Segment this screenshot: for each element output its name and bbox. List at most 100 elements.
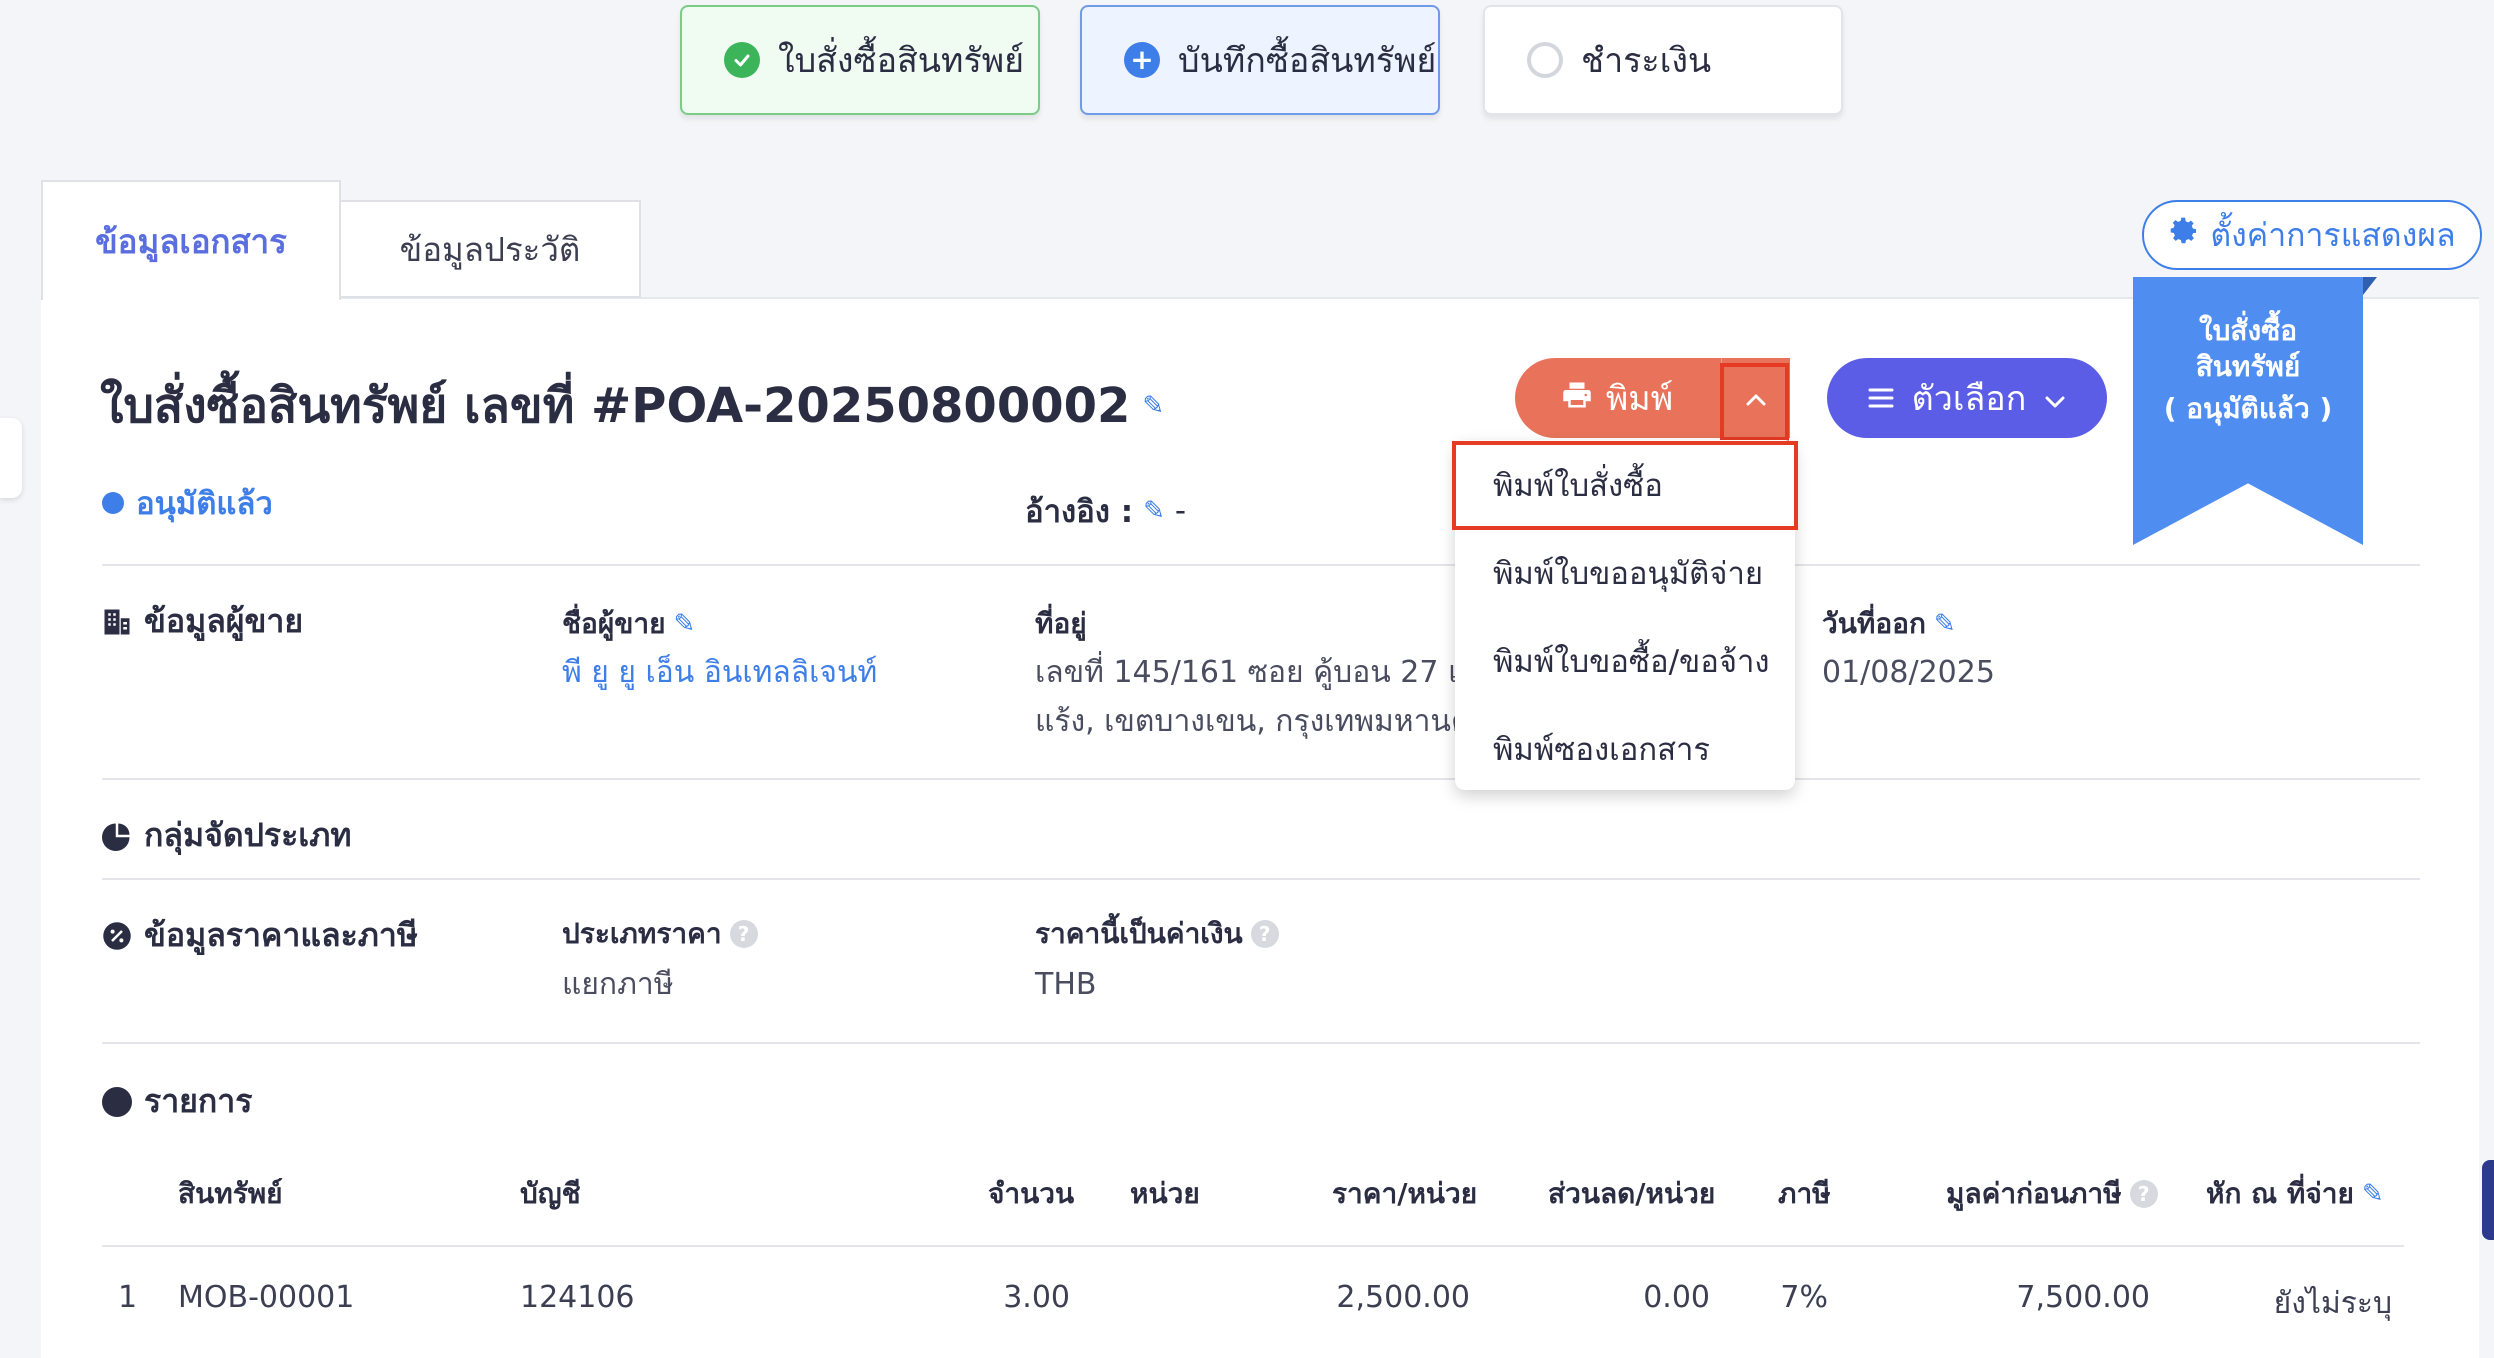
row-number: 1 bbox=[118, 1280, 138, 1315]
address-line: แร้ง, เขตบางเขน, กรุงเทพมหานคร bbox=[1035, 704, 1488, 739]
price-value: 2,500.00 bbox=[1336, 1280, 1470, 1315]
header-text: มูลค่าก่อนภาษี bbox=[1946, 1177, 2122, 1210]
pencil-icon[interactable]: ✎ bbox=[1934, 609, 1956, 639]
reference-field: อ้างอิง : ✎ - bbox=[1025, 486, 1186, 536]
qty-value: 3.00 bbox=[1003, 1280, 1070, 1315]
column-header-asset: สินทรัพย์ bbox=[178, 1177, 283, 1210]
options-label: ตัวเลือก bbox=[1911, 379, 2027, 419]
section-title: กลุ่มจัดประเภท bbox=[144, 816, 352, 854]
divider bbox=[102, 1245, 2404, 1247]
section-pricing: ข้อมูลราคาและภาษี bbox=[102, 910, 418, 961]
column-header-price: ราคา/หน่วย bbox=[1332, 1177, 1478, 1210]
currency-value: THB bbox=[1035, 967, 1097, 1002]
tax-value: 7% bbox=[1780, 1280, 1828, 1315]
menu-item-print-po[interactable]: พิมพ์ใบสั่งซื้อ bbox=[1493, 460, 1663, 510]
reference-value: - bbox=[1174, 493, 1187, 529]
percent-badge-icon bbox=[102, 921, 132, 951]
step-label: บันทึกซื้อสินทรัพย์ bbox=[1178, 41, 1437, 81]
account-value: 124106 bbox=[520, 1280, 635, 1315]
pencil-icon[interactable]: ✎ bbox=[2362, 1179, 2384, 1209]
section-title: ข้อมูลราคาและภาษี bbox=[144, 916, 418, 954]
issue-date-label: วันที่ออก ✎ bbox=[1822, 602, 1956, 646]
display-settings-button[interactable]: ตั้งค่าการแสดงผล bbox=[2142, 200, 2482, 270]
help-icon[interactable]: ? bbox=[1250, 920, 1279, 948]
tab-history-info[interactable]: ข้อมูลประวัติ bbox=[341, 200, 641, 298]
step-payment[interactable]: ชำระเงิน bbox=[1483, 5, 1843, 115]
menu-item-print-envelope[interactable]: พิมพ์ซองเอกสาร bbox=[1493, 724, 1710, 774]
ribbon-line: ( อนุมัติแล้ว ) bbox=[2163, 392, 2333, 425]
column-header-wht: หัก ณ ที่จ่าย ✎ bbox=[2206, 1172, 2384, 1216]
column-header-discount: ส่วนลด/หน่วย bbox=[1548, 1177, 1716, 1210]
empty-circle-icon bbox=[1527, 42, 1563, 78]
status-text: อนุมัติแล้ว bbox=[136, 486, 273, 522]
display-settings-label: ตั้งค่าการแสดงผล bbox=[2210, 215, 2456, 254]
plus-circle-icon: + bbox=[1124, 42, 1160, 78]
print-label: พิมพ์ bbox=[1605, 379, 1674, 419]
wht-value: ยังไม่ระบุ bbox=[2273, 1286, 2392, 1321]
side-handle[interactable] bbox=[0, 418, 22, 498]
print-menu: พิมพ์ใบสั่งซื้อ พิมพ์ใบขออนุมัติจ่าย พิม… bbox=[1455, 440, 1795, 790]
ribbon-line: ใบสั่งซื้อ bbox=[2198, 314, 2298, 347]
menu-item-print-payment-approval[interactable]: พิมพ์ใบขออนุมัติจ่าย bbox=[1493, 548, 1763, 598]
status-dot-icon bbox=[102, 492, 124, 514]
pretax-value: 7,500.00 bbox=[2016, 1280, 2150, 1315]
menu-item-print-purchase-request[interactable]: พิมพ์ใบขอซื้อ/ขอจ้าง bbox=[1493, 636, 1770, 686]
vendor-name-link[interactable]: พี ยู ยู เอ็น อินเทลลิเจนท์ bbox=[562, 648, 877, 698]
circle-icon bbox=[102, 1086, 132, 1117]
document-title-text: ใบสั่งซื้อสินทรัพย์ เลขที่ #POA-20250800… bbox=[100, 378, 1131, 434]
asset-code-link[interactable]: MOB-00001 bbox=[178, 1280, 354, 1315]
gear-icon bbox=[2168, 215, 2200, 255]
label-text: ราคานี้เป็นค่าเงิน bbox=[1035, 917, 1243, 950]
printer-icon bbox=[1562, 378, 1592, 418]
help-icon[interactable]: ? bbox=[2129, 1180, 2158, 1208]
chevron-down-icon bbox=[2044, 378, 2066, 418]
building-icon bbox=[102, 607, 132, 637]
divider bbox=[102, 564, 2420, 566]
reference-label: อ้างอิง : bbox=[1025, 494, 1134, 530]
pencil-icon[interactable]: ✎ bbox=[674, 609, 696, 639]
price-type-value: แยกภาษี bbox=[562, 967, 674, 1002]
divider bbox=[102, 878, 2420, 880]
page-title: ใบสั่งซื้อสินทรัพย์ เลขที่ #POA-20250800… bbox=[100, 368, 1164, 444]
column-header-qty: จำนวน bbox=[988, 1177, 1075, 1210]
step-label: ใบสั่งซื้อสินทรัพย์ bbox=[778, 41, 1025, 81]
menu-icon bbox=[1868, 378, 1894, 418]
section-category: กลุ่มจัดประเภท bbox=[102, 810, 351, 861]
discount-value: 0.00 bbox=[1643, 1280, 1710, 1315]
step-purchase-order[interactable]: ใบสั่งซื้อสินทรัพย์ bbox=[680, 5, 1040, 115]
tab-document-info[interactable]: ข้อมูลเอกสาร bbox=[41, 180, 341, 300]
pie-chart-icon bbox=[102, 821, 132, 851]
address-line: เลขที่ 145/161 ซอย คู้บอน 27 แย bbox=[1035, 655, 1485, 690]
price-type-label: ประเภทราคา ? bbox=[562, 912, 758, 956]
currency-label: ราคานี้เป็นค่าเงิน ? bbox=[1035, 912, 1279, 956]
check-circle-icon bbox=[724, 42, 760, 78]
column-header-tax: ภาษี bbox=[1778, 1177, 1831, 1210]
pencil-icon[interactable]: ✎ bbox=[1143, 496, 1165, 526]
options-button[interactable]: ตัวเลือก bbox=[1827, 358, 2107, 438]
column-header-pretax: มูลค่าก่อนภาษี ? bbox=[1946, 1172, 2158, 1216]
ribbon-fold bbox=[2363, 277, 2377, 295]
vendor-name-label: ชื่อผู้ขาย ✎ bbox=[562, 602, 695, 646]
label-text: วันที่ออก bbox=[1822, 607, 1926, 640]
label-text: ชื่อผู้ขาย bbox=[562, 607, 666, 640]
status-badge: อนุมัติแล้ว bbox=[102, 478, 273, 528]
tab-label: ข้อมูลประวัติ bbox=[399, 229, 581, 269]
column-header-unit: หน่วย bbox=[1130, 1177, 1200, 1210]
divider bbox=[102, 778, 2420, 780]
step-record-purchase[interactable]: + บันทึกซื้อสินทรัพย์ bbox=[1080, 5, 1440, 115]
tab-label: ข้อมูลเอกสาร bbox=[95, 221, 287, 261]
pencil-icon[interactable]: ✎ bbox=[1142, 391, 1164, 421]
step-label: ชำระเงิน bbox=[1581, 41, 1712, 81]
ribbon-line: สินทรัพย์ bbox=[2195, 350, 2301, 383]
divider bbox=[102, 1042, 2420, 1044]
help-icon[interactable]: ? bbox=[729, 920, 758, 948]
issue-date-value: 01/08/2025 bbox=[1822, 655, 1995, 690]
section-items: รายการ bbox=[102, 1076, 252, 1127]
header-text: หัก ณ ที่จ่าย bbox=[2206, 1177, 2354, 1210]
column-header-account: บัญชี bbox=[520, 1177, 581, 1210]
label-text: ที่อยู่ bbox=[1035, 607, 1087, 640]
section-vendor: ข้อมูลผู้ขาย bbox=[102, 596, 303, 647]
side-handle[interactable] bbox=[2482, 1160, 2494, 1240]
chevron-up-icon bbox=[1744, 381, 1768, 416]
section-title: ข้อมูลผู้ขาย bbox=[144, 602, 304, 640]
